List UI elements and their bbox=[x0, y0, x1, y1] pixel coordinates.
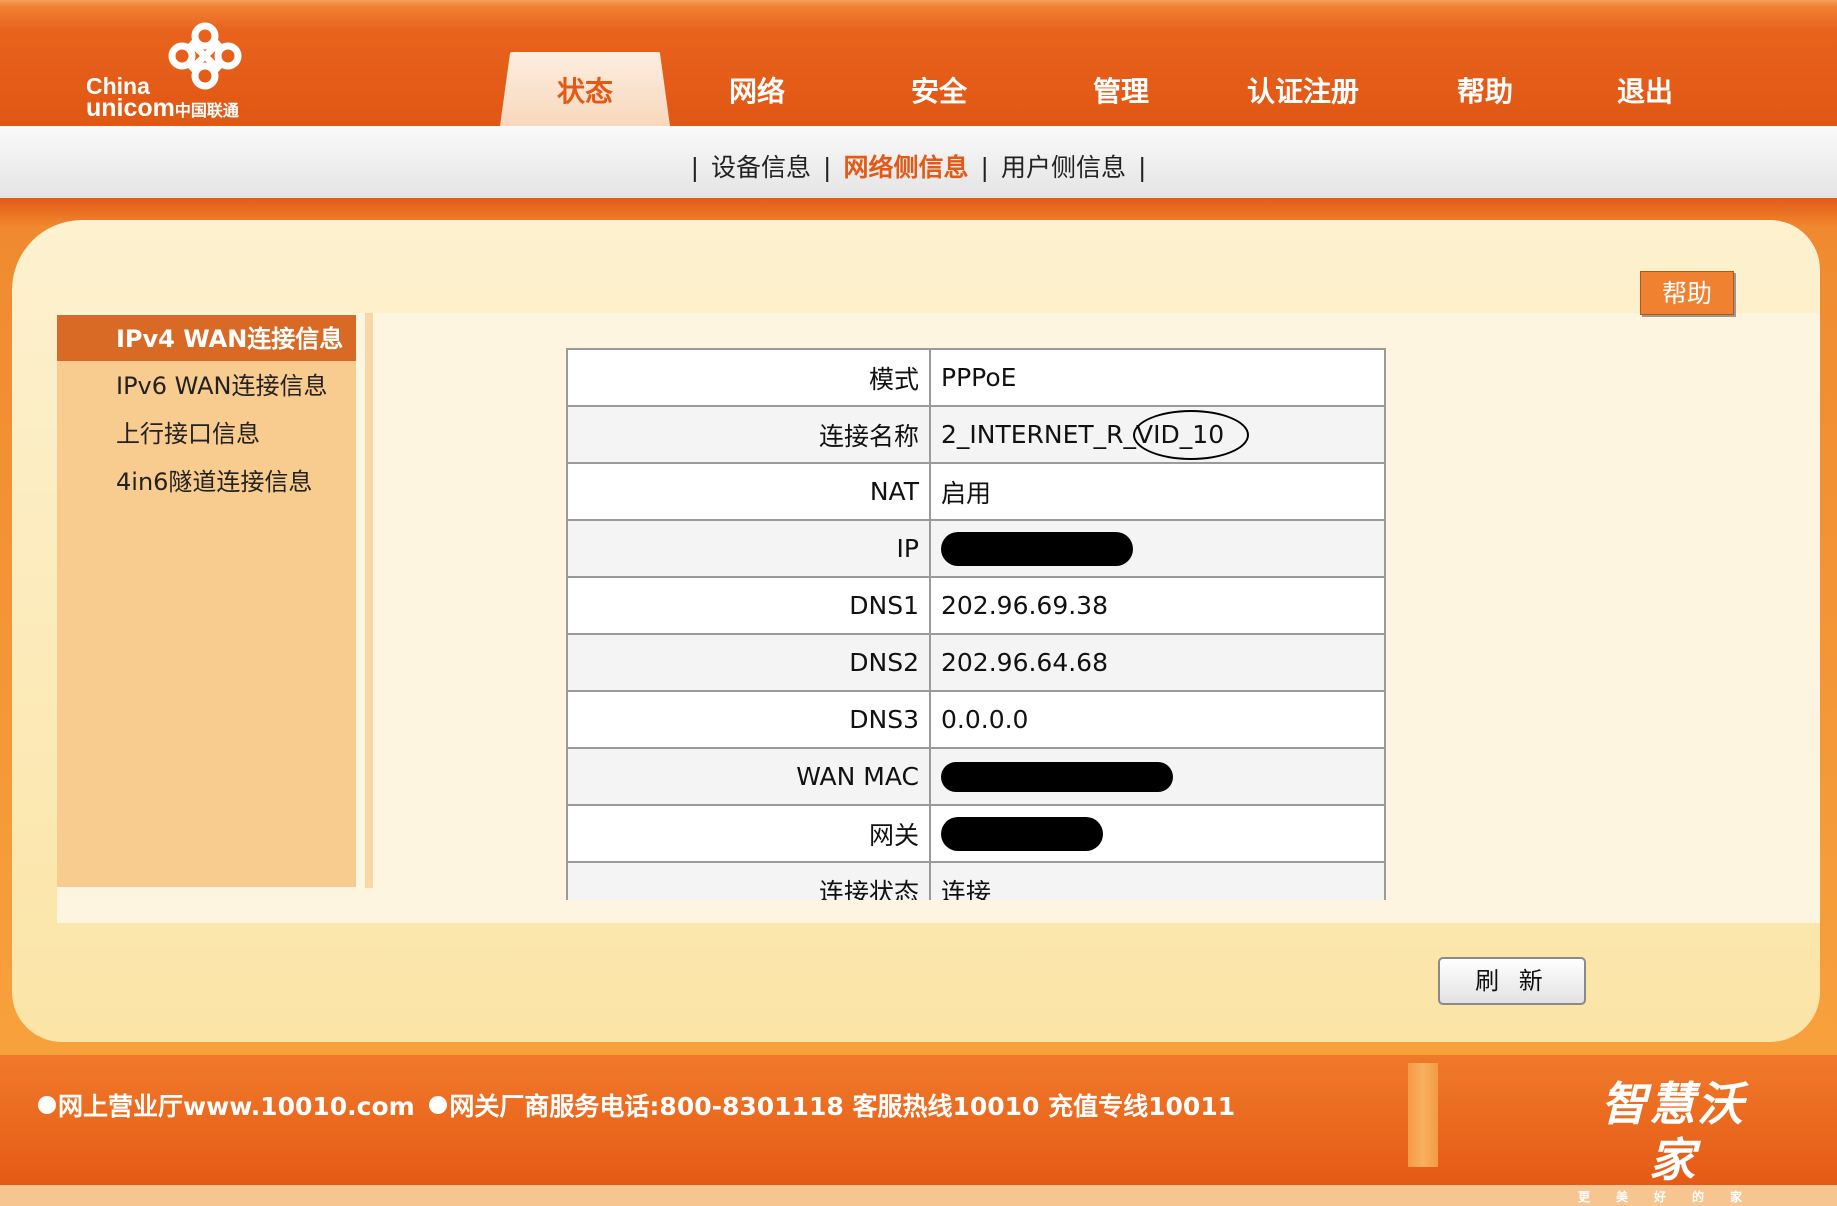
sub-nav-device-info[interactable]: 设备信息 bbox=[711, 153, 811, 182]
table-row: 模式 PPPoE bbox=[567, 349, 1385, 407]
wan-info-table-container: 模式 PPPoE 连接名称 2_INTERNET_R_VID_10 NAT 启用… bbox=[566, 348, 1390, 900]
row-label-dns1: DNS1 bbox=[567, 577, 931, 635]
row-value-connection-name: 2_INTERNET_R_VID_10 bbox=[930, 406, 1385, 464]
bullet-icon bbox=[38, 1096, 56, 1114]
logo-text-unicom-cn: 中国联通 bbox=[174, 103, 239, 120]
main-nav: 状态 网络 安全 管理 认证注册 帮助 退出 bbox=[500, 52, 1700, 126]
row-value-ip bbox=[930, 520, 1385, 578]
row-label-wan-mac: WAN MAC bbox=[567, 748, 931, 806]
nav-tab-logout[interactable]: 退出 bbox=[1560, 52, 1730, 126]
hand-drawn-circle bbox=[1133, 410, 1249, 460]
brand-slogan: 更美好的家 bbox=[1578, 1190, 1769, 1204]
smart-home-brand: 智慧沃家 更美好的家 bbox=[1578, 1076, 1768, 1206]
nav-tab-security[interactable]: 安全 bbox=[854, 52, 1024, 126]
sub-nav-network-side-info[interactable]: 网络侧信息 bbox=[843, 153, 968, 182]
side-item-uplink-interface[interactable]: 上行接口信息 bbox=[57, 410, 356, 456]
side-divider bbox=[365, 313, 373, 888]
nav-tab-status[interactable]: 状态 bbox=[500, 52, 670, 126]
table-row: DNS2 202.96.64.68 bbox=[567, 634, 1385, 692]
sub-nav-separator: | bbox=[823, 153, 832, 182]
refresh-button[interactable]: 刷 新 bbox=[1438, 957, 1586, 1005]
row-value-dns3: 0.0.0.0 bbox=[930, 691, 1385, 749]
side-item-4in6-tunnel[interactable]: 4in6隧道连接信息 bbox=[57, 458, 356, 504]
footer-service-phones: 网关厂商服务电话:800-8301118 客服热线10010 充值专线10011 bbox=[449, 1092, 1236, 1121]
table-row: 网关 bbox=[567, 805, 1385, 863]
help-button[interactable]: 帮助 bbox=[1640, 271, 1734, 315]
table-row: DNS1 202.96.69.38 bbox=[567, 577, 1385, 635]
footer-online-hall[interactable]: 网上营业厅www.10010.com bbox=[58, 1092, 415, 1121]
bullet-icon bbox=[429, 1096, 448, 1114]
row-value-nat: 启用 bbox=[930, 463, 1385, 521]
row-label-connection-name: 连接名称 bbox=[567, 406, 931, 464]
sub-nav-separator: | bbox=[1137, 153, 1147, 182]
nav-tab-auth-register[interactable]: 认证注册 bbox=[1218, 52, 1388, 126]
wan-info-table: 模式 PPPoE 连接名称 2_INTERNET_R_VID_10 NAT 启用… bbox=[566, 348, 1386, 900]
row-label-gateway: 网关 bbox=[567, 805, 931, 863]
side-item-ipv4-wan[interactable]: IPv4 WAN连接信息 bbox=[57, 315, 356, 361]
side-item-ipv6-wan[interactable]: IPv6 WAN连接信息 bbox=[57, 362, 356, 408]
row-label-dns3: DNS3 bbox=[567, 691, 931, 749]
side-menu: IPv4 WAN连接信息 IPv6 WAN连接信息 上行接口信息 4in6隧道连… bbox=[57, 315, 356, 887]
table-row: 连接状态 连接 bbox=[567, 862, 1385, 900]
logo-text-unicom-en: unicom bbox=[86, 94, 175, 122]
row-label-ip: IP bbox=[567, 520, 931, 578]
nav-tab-help[interactable]: 帮助 bbox=[1400, 52, 1570, 126]
row-label-connection-status: 连接状态 bbox=[567, 862, 931, 900]
redacted-gateway bbox=[941, 816, 1103, 851]
logo-text-unicom: unicom中国联通 bbox=[86, 95, 239, 125]
row-value-wan-mac bbox=[930, 748, 1385, 806]
row-label-mode: 模式 bbox=[567, 349, 931, 407]
sub-nav-user-side-info[interactable]: 用户侧信息 bbox=[1001, 153, 1126, 182]
row-value-connection-status: 连接 bbox=[930, 862, 1385, 900]
nav-tab-management[interactable]: 管理 bbox=[1036, 52, 1206, 126]
redacted-wan-mac bbox=[941, 762, 1173, 792]
row-value-mode: PPPoE bbox=[930, 349, 1385, 407]
brand-logo-text: 智慧沃家 bbox=[1601, 1077, 1745, 1187]
row-value-dns1: 202.96.69.38 bbox=[930, 577, 1385, 635]
table-row: DNS3 0.0.0.0 bbox=[567, 691, 1385, 749]
table-row: 连接名称 2_INTERNET_R_VID_10 bbox=[567, 406, 1385, 464]
sub-nav-separator: | bbox=[980, 153, 989, 182]
nav-tab-network[interactable]: 网络 bbox=[672, 52, 842, 126]
row-label-nat: NAT bbox=[567, 463, 931, 521]
table-row: NAT 启用 bbox=[567, 463, 1385, 521]
china-unicom-logo: China unicom中国联通 bbox=[80, 22, 270, 122]
table-row: IP bbox=[567, 520, 1385, 578]
unicom-knot-icon bbox=[168, 22, 242, 90]
redacted-ip bbox=[941, 531, 1133, 566]
footer-divider bbox=[1408, 1063, 1438, 1167]
sub-nav: | 设备信息 | 网络侧信息 | 用户侧信息 | bbox=[0, 126, 1837, 201]
sub-nav-separator: | bbox=[690, 153, 700, 182]
table-row: WAN MAC bbox=[567, 748, 1385, 806]
row-value-dns2: 202.96.64.68 bbox=[930, 634, 1385, 692]
row-value-gateway bbox=[930, 805, 1385, 863]
footer-contact: 网上营业厅www.10010.com 网关厂商服务电话:800-8301118 … bbox=[38, 1090, 1235, 1124]
row-label-dns2: DNS2 bbox=[567, 634, 931, 692]
top-header: China unicom中国联通 状态 网络 安全 管理 认证注册 帮助 退出 bbox=[0, 0, 1837, 128]
